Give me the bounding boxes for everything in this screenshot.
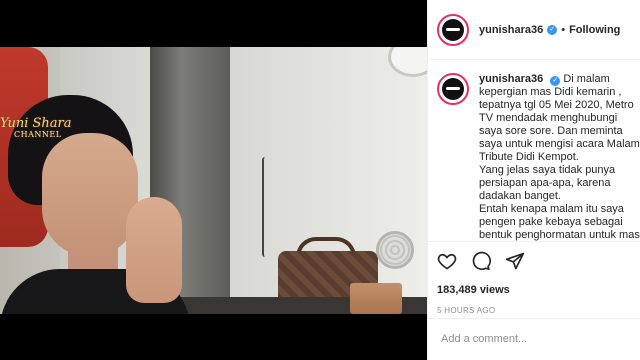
caption-body: Di malam kepergian mas Didi kemarin , te… <box>479 73 640 241</box>
video-person-hands <box>126 197 182 303</box>
post-header: yunishara36 ✓ • Following <box>428 0 640 60</box>
avatar[interactable] <box>437 13 469 46</box>
view-count[interactable]: 183,489 views <box>437 284 632 296</box>
caption: yunishara36 ✓ Di malam kepergian mas Did… <box>479 73 640 241</box>
heart-icon[interactable] <box>437 251 457 271</box>
verified-icon: ✓ <box>550 76 561 86</box>
video-boxes <box>350 283 402 314</box>
comment-input[interactable]: Add a comment... <box>428 318 640 360</box>
caption-scroll-area[interactable]: yunishara36 ✓ Di malam kepergian mas Did… <box>428 61 640 241</box>
post-panel: yunishara36 ✓ • Following yunishara36 ✓ … <box>427 0 640 360</box>
caption-row: yunishara36 ✓ Di malam kepergian mas Did… <box>437 73 640 241</box>
video-person-face <box>42 133 138 257</box>
verified-icon: ✓ <box>547 24 558 35</box>
watermark-title: Yuni Shara <box>0 116 72 131</box>
action-icons <box>437 250 632 272</box>
comment-icon[interactable] <box>471 251 491 271</box>
share-icon[interactable] <box>505 251 525 271</box>
video-fan <box>376 231 414 269</box>
video-frame[interactable]: Yuni Shara CHANNEL <box>0 47 427 314</box>
watermark-subtitle: CHANNEL <box>14 129 62 139</box>
following-button[interactable]: Following <box>569 24 620 36</box>
post-actions: 183,489 views 5 HOURS AGO <box>428 241 640 315</box>
caption-avatar[interactable] <box>437 73 469 105</box>
avatar-logo <box>446 87 460 90</box>
channel-watermark: Yuni Shara CHANNEL <box>0 117 71 139</box>
avatar-logo <box>446 27 460 31</box>
video-player[interactable]: Yuni Shara CHANNEL <box>0 0 427 360</box>
username-link[interactable]: yunishara36 <box>479 24 543 36</box>
post-timestamp[interactable]: 5 HOURS AGO <box>437 306 632 315</box>
caption-username[interactable]: yunishara36 <box>479 73 543 85</box>
video-cable <box>262 157 268 257</box>
separator-dot: • <box>561 23 566 36</box>
